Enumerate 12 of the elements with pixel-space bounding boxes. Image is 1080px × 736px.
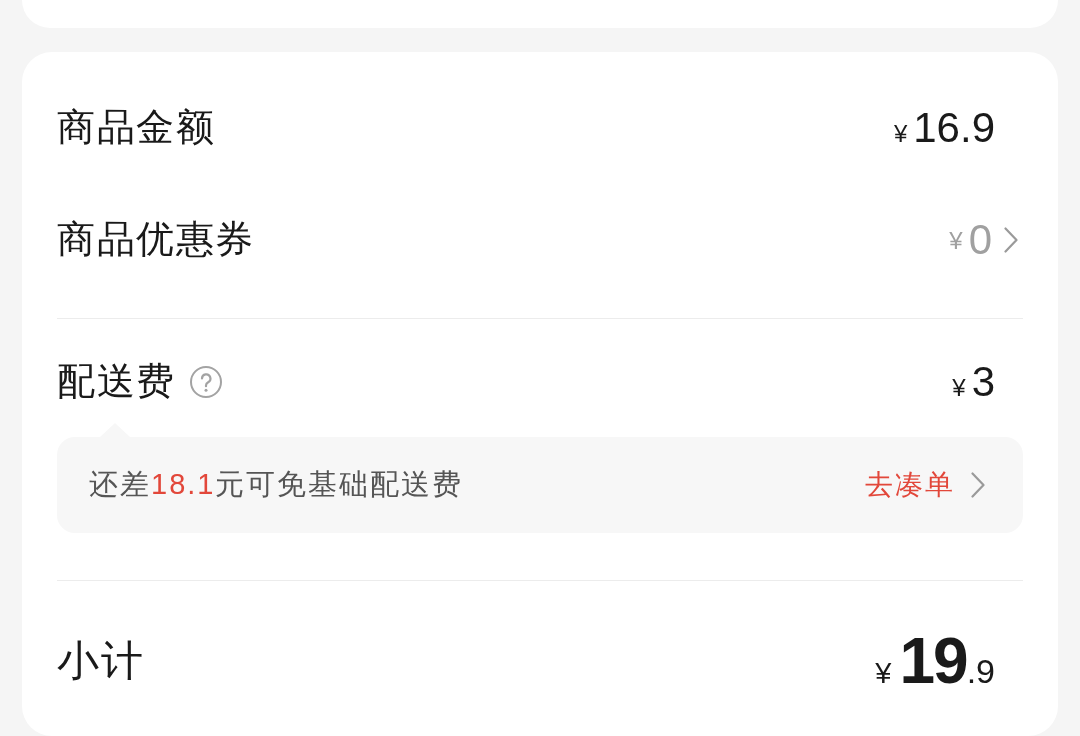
row-label: 配送费	[57, 359, 176, 405]
add-items-link[interactable]: 去凑单	[865, 466, 985, 504]
subtotal-label: 小计	[57, 635, 144, 687]
tip-message: 还差18.1元可免基础配送费	[89, 466, 464, 503]
row-label: 商品金额	[57, 105, 215, 151]
row-label: 商品优惠券	[57, 217, 255, 263]
coupon-amount-button[interactable]: ¥0	[949, 216, 1018, 264]
subtotal-price: ¥19.9	[875, 629, 995, 693]
help-icon[interactable]	[189, 366, 222, 398]
price-text: ¥3	[952, 358, 995, 406]
price-text: ¥16.9	[893, 104, 995, 152]
chevron-right-icon	[971, 472, 985, 498]
